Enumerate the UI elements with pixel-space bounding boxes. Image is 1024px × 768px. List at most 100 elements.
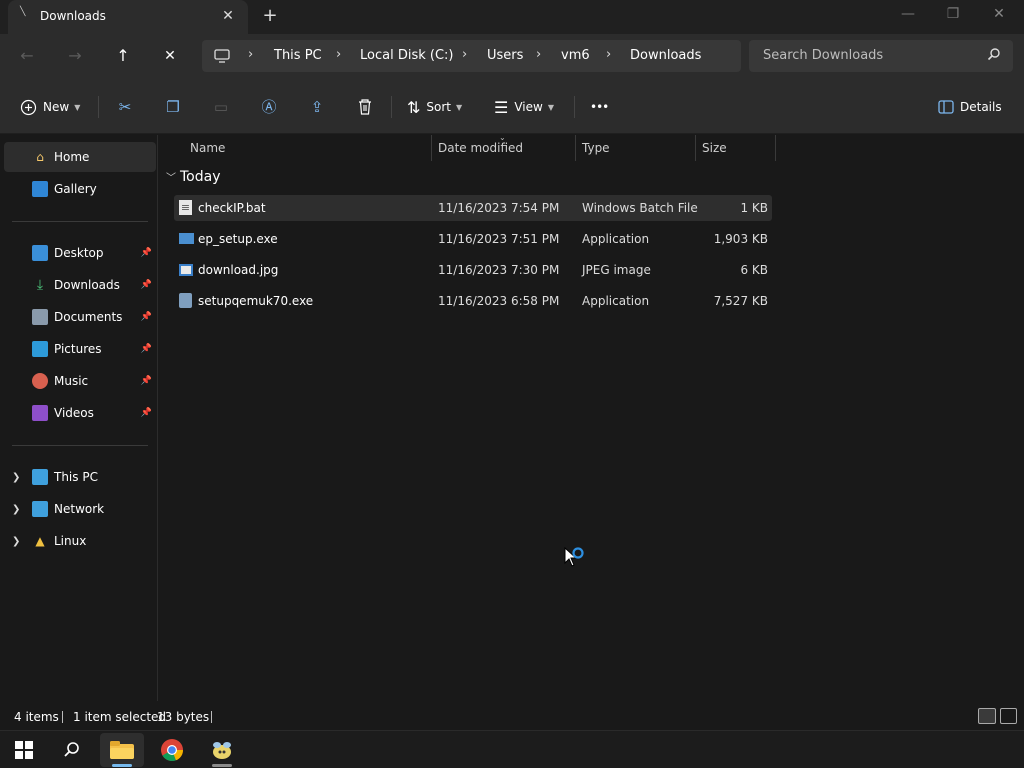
- status-bar: 4 items 1 item selected 13 bytes: [0, 702, 1024, 730]
- sidebar-item-videos[interactable]: Videos 📌: [4, 398, 156, 428]
- chevron-right-icon[interactable]: ›: [248, 47, 253, 62]
- rename-icon[interactable]: Ⓐ: [257, 95, 281, 119]
- breadcrumb-users[interactable]: Users: [487, 48, 523, 63]
- table-row[interactable]: setupqemuk70.exe 11/16/2023 6:58 PM Appl…: [174, 288, 772, 314]
- sidebar-item-music[interactable]: Music 📌: [4, 366, 156, 396]
- chevron-right-icon[interactable]: ›: [336, 47, 341, 62]
- more-options-button[interactable]: •••: [590, 94, 609, 120]
- group-header-today[interactable]: ﹀ Today: [166, 169, 221, 185]
- sidebar-item-label: Desktop: [54, 246, 104, 260]
- view-label: View: [514, 100, 543, 114]
- chevron-right-icon[interactable]: ›: [462, 47, 467, 62]
- file-type: Application: [582, 232, 650, 246]
- sidebar-item-network[interactable]: ❯ Network: [4, 494, 156, 524]
- search-icon: [64, 742, 79, 757]
- file-date: 11/16/2023 7:51 PM: [438, 232, 560, 246]
- pin-icon[interactable]: 📌: [141, 376, 152, 386]
- sidebar-divider: [12, 221, 148, 222]
- forward-button[interactable]: →: [59, 42, 91, 70]
- details-button[interactable]: Details: [938, 94, 1002, 120]
- pin-icon[interactable]: 📌: [141, 280, 152, 290]
- stop-button[interactable]: ✕: [154, 42, 186, 70]
- breadcrumb-local-disk[interactable]: Local Disk (C:): [360, 48, 453, 63]
- status-divider: [62, 711, 63, 723]
- new-tab-button[interactable]: +: [258, 6, 282, 28]
- paste-icon[interactable]: ▭: [209, 95, 233, 119]
- command-bar: New ▼ ✂ ❐ ▭ Ⓐ ⇪ ⇅ Sort ▼ ☰ View ▼ ••• De…: [0, 80, 1024, 134]
- breadcrumb-vm6[interactable]: vm6: [561, 48, 590, 63]
- home-icon: ⌂: [36, 150, 44, 164]
- file-size: 7,527 KB: [713, 294, 768, 308]
- selection-size: 13 bytes: [157, 710, 210, 724]
- column-header-name[interactable]: Name: [190, 135, 225, 161]
- close-button[interactable]: ✕: [976, 0, 1022, 30]
- details-label: Details: [960, 100, 1002, 114]
- large-icons-view-toggle[interactable]: [1000, 708, 1017, 724]
- chevron-right-icon[interactable]: ❯: [12, 504, 20, 515]
- chevron-right-icon[interactable]: ❯: [12, 472, 20, 483]
- file-name: ep_setup.exe: [198, 232, 278, 246]
- new-button[interactable]: New ▼: [20, 94, 80, 120]
- sidebar-item-linux[interactable]: ❯ ▲ Linux: [4, 526, 156, 556]
- maximize-button[interactable]: ❐: [930, 0, 976, 30]
- taskbar-file-explorer[interactable]: [100, 733, 144, 767]
- table-row[interactable]: download.jpg 11/16/2023 7:30 PM JPEG ima…: [174, 257, 772, 283]
- file-name: download.jpg: [198, 263, 279, 277]
- start-button[interactable]: [2, 733, 46, 767]
- pin-icon[interactable]: 📌: [141, 248, 152, 258]
- navigation-pane: ⌂ Home Gallery Desktop 📌 ⤓ Downloads 📌 D…: [0, 135, 158, 701]
- search-icon[interactable]: [987, 47, 1001, 61]
- details-view-toggle[interactable]: [978, 708, 996, 724]
- sidebar-item-gallery[interactable]: Gallery: [4, 174, 156, 204]
- file-explorer-icon: [110, 741, 134, 759]
- tab-close-icon[interactable]: ✕: [218, 6, 238, 26]
- table-row[interactable]: ep_setup.exe 11/16/2023 7:51 PM Applicat…: [174, 226, 772, 252]
- active-indicator: [112, 764, 132, 767]
- share-icon[interactable]: ⇪: [305, 95, 329, 119]
- sidebar-item-documents[interactable]: Documents 📌: [4, 302, 156, 332]
- table-row[interactable]: ≡ checkIP.bat 11/16/2023 7:54 PM Windows…: [174, 195, 772, 221]
- toolbar-divider: [391, 96, 392, 118]
- delete-icon[interactable]: [353, 95, 377, 119]
- pin-icon[interactable]: 📌: [141, 344, 152, 354]
- sidebar-item-pictures[interactable]: Pictures 📌: [4, 334, 156, 364]
- chevron-down-icon: ▼: [456, 102, 463, 112]
- column-separator[interactable]: [431, 135, 432, 161]
- breadcrumb-downloads[interactable]: Downloads: [630, 48, 701, 63]
- chevron-right-icon[interactable]: ›: [536, 47, 541, 62]
- pin-icon[interactable]: 📌: [141, 408, 152, 418]
- taskbar-chrome[interactable]: [150, 733, 194, 767]
- minimize-button[interactable]: —: [885, 0, 931, 30]
- copy-icon[interactable]: ❐: [161, 95, 185, 119]
- pin-icon[interactable]: 📌: [141, 312, 152, 322]
- sidebar-item-desktop[interactable]: Desktop 📌: [4, 238, 156, 268]
- network-icon: [32, 501, 48, 517]
- back-button[interactable]: ←: [11, 42, 43, 70]
- breadcrumb[interactable]: › This PC › Local Disk (C:) › Users › vm…: [202, 40, 741, 72]
- sidebar-item-label: Linux: [54, 534, 87, 548]
- sidebar-item-this-pc[interactable]: ❯ This PC: [4, 462, 156, 492]
- sidebar-item-downloads[interactable]: ⤓ Downloads 📌: [4, 270, 156, 300]
- sort-button[interactable]: ⇅ Sort ▼: [407, 94, 462, 120]
- windows-logo-icon: [15, 741, 33, 759]
- chevron-right-icon[interactable]: ❯: [12, 536, 20, 547]
- view-button[interactable]: ☰ View ▼: [494, 94, 554, 120]
- cut-icon[interactable]: ✂: [113, 95, 137, 119]
- chevron-right-icon[interactable]: ›: [606, 47, 611, 62]
- chevron-down-icon: ▼: [547, 102, 554, 112]
- search-input[interactable]: Search Downloads: [749, 40, 1013, 72]
- music-icon: [32, 373, 48, 389]
- column-header-date[interactable]: Date modified: [438, 135, 523, 161]
- column-separator[interactable]: [775, 135, 776, 161]
- column-separator[interactable]: [695, 135, 696, 161]
- up-button[interactable]: ↑: [107, 42, 139, 70]
- breadcrumb-this-pc[interactable]: This PC: [274, 48, 322, 63]
- sidebar-item-home[interactable]: ⌂ Home: [4, 142, 156, 172]
- column-separator[interactable]: [575, 135, 576, 161]
- column-header-size[interactable]: Size: [702, 135, 727, 161]
- tab-downloads[interactable]: ╲ Downloads ✕: [8, 0, 248, 34]
- taskbar-search-button[interactable]: [50, 733, 94, 767]
- file-date: 11/16/2023 7:30 PM: [438, 263, 560, 277]
- taskbar-app[interactable]: [200, 733, 244, 767]
- column-header-type[interactable]: Type: [582, 135, 610, 161]
